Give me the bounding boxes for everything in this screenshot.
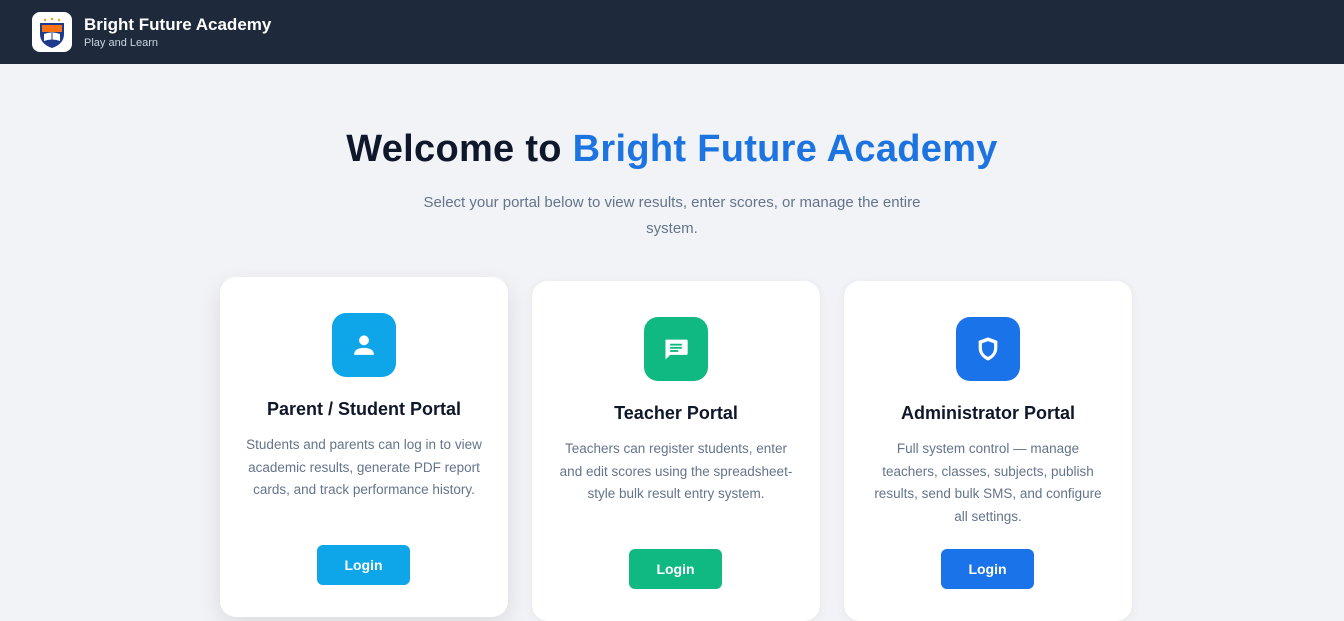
portal-icon-badge [644, 317, 708, 381]
user-icon [354, 335, 374, 355]
school-name: Bright Future Academy [84, 15, 272, 34]
top-navbar: Bright Future Academy Play and Learn [0, 0, 1344, 64]
portal-icon-badge [956, 317, 1020, 381]
page-title: Welcome to Bright Future Academy [0, 128, 1344, 171]
teacher-login-button[interactable]: Login [629, 549, 722, 589]
page-subtitle: Select your portal below to view results… [423, 194, 921, 237]
portal-title: Administrator Portal [900, 403, 1076, 423]
shield-icon [978, 337, 998, 361]
crest-icon [40, 17, 64, 48]
title-accent: Bright Future Academy [572, 128, 998, 170]
administrator-portal-card: Administrator Portal Full system control… [844, 281, 1132, 621]
message-icon [665, 339, 688, 360]
portal-title: Parent / Student Portal [266, 399, 462, 419]
teacher-portal-card: Teacher Portal Teachers can register stu… [532, 281, 820, 621]
portal-description: Teachers can register students, enter an… [559, 441, 793, 501]
portal-description: Full system control — manage teachers, c… [874, 441, 1102, 524]
parent-student-login-button[interactable]: Login [317, 545, 410, 585]
school-logo[interactable] [32, 12, 72, 52]
brand: Bright Future Academy Play and Learn [84, 14, 271, 50]
portal-icon-badge [332, 313, 396, 377]
parent-student-portal-card: Parent / Student Portal Students and par… [220, 277, 508, 617]
school-tagline: Play and Learn [84, 37, 158, 49]
portal-description: Students and parents can log in to view … [246, 437, 482, 497]
portal-title: Teacher Portal [614, 403, 738, 423]
administrator-login-button[interactable]: Login [941, 549, 1034, 589]
title-prefix: Welcome to [346, 128, 573, 170]
